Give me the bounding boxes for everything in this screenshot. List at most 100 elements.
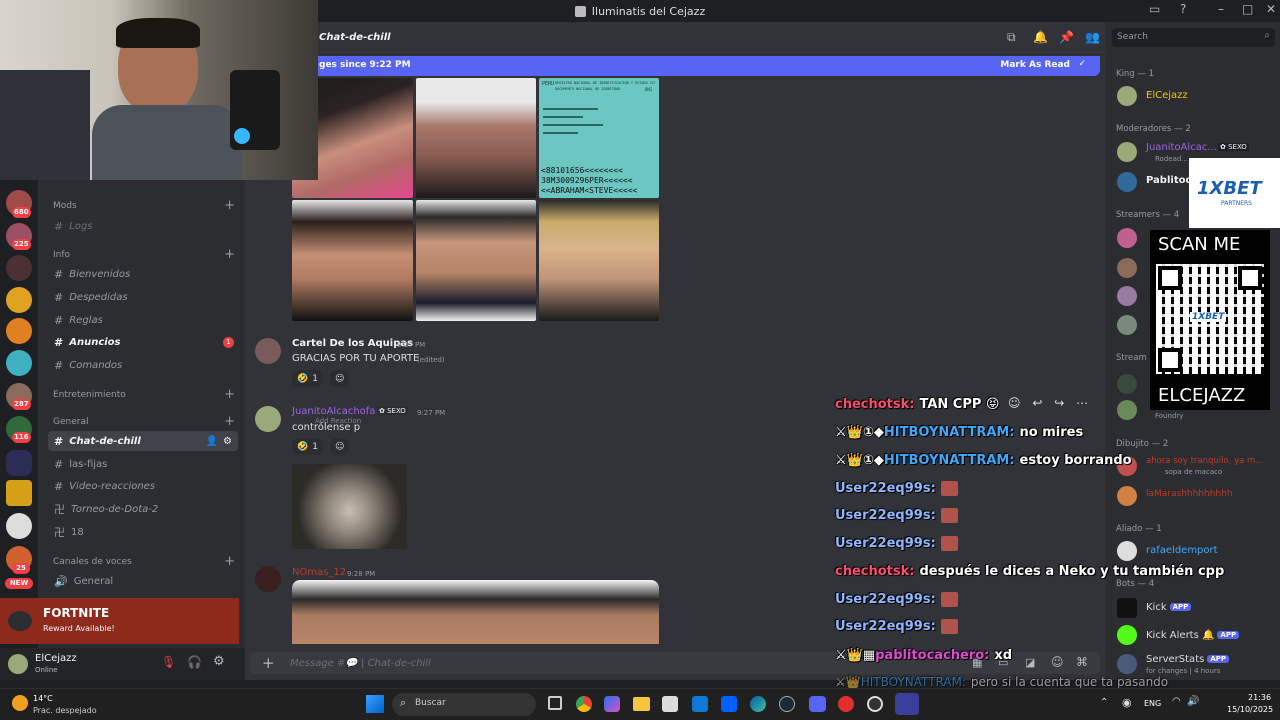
tray-network-icon[interactable]: ◉ [1122,696,1132,709]
add-channel-icon[interactable]: + [224,414,235,429]
weather-icon[interactable] [12,695,28,711]
channel-logs[interactable]: # Logs [48,216,238,236]
serverstats-avatar[interactable] [1117,654,1137,674]
language-indicator[interactable]: ENG [1144,699,1161,708]
category-entretenimiento[interactable]: Entretenimiento [53,390,126,400]
store-icon[interactable] [662,696,678,712]
forward-icon[interactable]: ↪ [1054,396,1064,410]
channel-comandos[interactable]: # Comandos [48,355,238,375]
category-info[interactable]: Info [53,250,70,260]
server-icon[interactable] [6,287,32,313]
channel-las-fijas[interactable]: # las-fijas [48,454,238,474]
avatar[interactable] [1117,486,1137,506]
photo-id-card[interactable]: PERU REGISTRO NACIONAL DE IDENTIFICACION… [539,78,659,198]
weather-temp[interactable]: 14°C [33,694,53,703]
outlook-icon[interactable] [692,696,708,712]
avatar[interactable] [1117,541,1137,561]
photo-man-closeup[interactable] [292,580,659,644]
clock-time[interactable]: 21:36 [1248,693,1271,702]
member-name[interactable]: ServerStats APP [1146,654,1230,665]
message-author[interactable]: Cartel De los Aquipas [292,338,413,349]
photo-man-beard[interactable] [416,78,536,198]
invite-icon[interactable]: 👤 [206,436,218,447]
file-explorer-icon[interactable] [633,697,650,711]
minimize-button[interactable]: – [1218,2,1224,16]
photo-young-woman[interactable] [292,200,413,321]
chrome-icon[interactable] [576,696,592,712]
start-button[interactable] [366,695,384,713]
headphones-icon[interactable]: 🎧 [187,655,202,669]
pin-icon[interactable]: 📌 [1059,30,1074,44]
avatar[interactable] [255,338,281,364]
qr-code-icon[interactable]: 1XBET [1156,264,1264,374]
promo-banner[interactable]: FORTNITE Reward Available! [0,598,239,644]
user-settings-icon[interactable]: ⚙ [213,654,225,669]
avatar[interactable] [1117,258,1137,278]
apps-icon[interactable]: ⌘ [1076,655,1088,669]
obs-icon[interactable] [867,696,883,712]
close-button[interactable]: ✕ [1266,2,1276,16]
notification-bell-icon[interactable]: 🔔 [1033,30,1048,44]
member-name[interactable]: ElCejazz [1146,90,1188,101]
member-name[interactable]: ahora soy tranquilo, ya m... [1146,456,1263,466]
emoji-icon[interactable]: ☺ [1051,655,1064,669]
avatar[interactable] [1117,142,1137,162]
kick-alerts-avatar[interactable] [1117,625,1137,645]
server-icon[interactable] [6,350,32,376]
help-icon[interactable]: ? [1180,2,1186,16]
tray-chevron-icon[interactable]: ⌃ [1100,697,1108,708]
avatar[interactable] [1117,228,1137,248]
steam-icon[interactable] [779,696,795,712]
channel-anuncios[interactable]: # Anuncios [48,332,238,352]
cat-wizard-image[interactable] [292,464,407,549]
photo-blond-man[interactable] [539,200,659,321]
member-name[interactable]: rafaeldemport [1146,545,1218,556]
reaction-laugh[interactable]: 🤣 1 [292,370,323,387]
add-reaction-button[interactable]: ☺ [330,370,350,387]
channel-chat-de-chill[interactable]: # Chat-de-chill ⚙ 👤 [48,431,238,451]
add-channel-icon[interactable]: + [224,554,235,569]
member-name[interactable]: JuanitoAlcac... [1146,142,1217,153]
category-voice[interactable]: Canales de voces [53,557,132,567]
avatar[interactable] [8,654,28,674]
avatar[interactable] [255,566,281,592]
add-channel-icon[interactable]: + [224,387,235,402]
mute-mic-icon[interactable]: 🎙 [161,655,176,669]
task-view-icon[interactable] [548,696,562,710]
channel-despedidas[interactable]: # Despedidas [48,287,238,307]
avatar[interactable] [1117,172,1137,192]
wifi-icon[interactable]: ◠ [1172,696,1181,707]
user-name[interactable]: ElCejazz [35,653,77,664]
settings-icon[interactable]: ⚙ [223,436,232,447]
voice-channel-general[interactable]: 🔊 General [48,571,238,591]
threads-icon[interactable]: ⧉ [1007,30,1016,45]
server-icon[interactable] [6,255,32,281]
maximize-button[interactable]: □ [1242,2,1253,16]
avatar[interactable] [1117,315,1137,335]
channel-reglas[interactable]: # Reglas [48,310,238,330]
copilot-icon[interactable] [604,696,620,712]
avatar[interactable] [1117,400,1137,420]
server-icon[interactable] [6,480,32,506]
message-author[interactable]: NOmas_12 [292,567,346,578]
category-general[interactable]: General [53,417,88,427]
add-channel-icon[interactable]: + [224,198,235,213]
search-input[interactable]: Search [1117,32,1148,42]
add-reaction-button[interactable]: ☺ [330,438,350,455]
edge-icon[interactable] [750,696,766,712]
volume-icon[interactable]: 🔊 [1187,696,1199,707]
sticker-icon[interactable]: ◪ [1025,656,1035,669]
channel-torneo[interactable]: 卍 Torneo-de-Dota-2 [48,499,238,519]
taskbar-search-input[interactable]: Buscar [415,698,446,708]
kick-bot-avatar[interactable] [1117,598,1137,618]
photo-man-suit[interactable] [416,200,536,321]
more-options-icon[interactable]: ⋯ [1076,396,1088,410]
add-channel-icon[interactable]: + [224,247,235,262]
taskbar-search[interactable]: ⌕ Buscar [392,693,536,716]
inbox-icon[interactable]: ▭ [1149,2,1160,16]
discord-taskbar-icon[interactable] [809,696,826,712]
channel-video-reacciones[interactable]: # Video-reacciones [48,476,238,496]
server-icon[interactable] [6,513,32,539]
member-search[interactable]: Search ⌕ [1112,28,1275,47]
dropbox-icon[interactable] [721,696,737,712]
